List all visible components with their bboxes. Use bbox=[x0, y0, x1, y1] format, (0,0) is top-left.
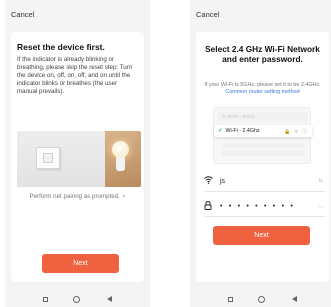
wifi-band-note-text: If your Wi-Fi is 5GHz, please set it to … bbox=[204, 82, 321, 88]
router-setting-link[interactable]: Common router setting method bbox=[225, 89, 299, 95]
system-nav-bar bbox=[5, 293, 150, 307]
divider bbox=[204, 191, 325, 192]
reset-instructions: If the indicator is already blinking or … bbox=[17, 56, 133, 95]
recent-apps-icon[interactable] bbox=[43, 297, 48, 302]
home-icon[interactable] bbox=[73, 296, 80, 303]
wall-image bbox=[17, 131, 105, 187]
switch-rocker bbox=[43, 153, 53, 163]
password-value: • • • • • • • • • bbox=[220, 202, 296, 210]
pairing-prompt-text: Perform net pairing as prompted. bbox=[29, 193, 120, 200]
page-title: Select 2.4 GHz Wi-Fi Network and enter p… bbox=[205, 44, 320, 64]
show-password-icon[interactable]: ◡ bbox=[318, 203, 323, 209]
next-button[interactable]: Next bbox=[213, 226, 310, 245]
password-field[interactable]: • • • • • • • • • ◡ bbox=[196, 196, 329, 216]
back-icon[interactable] bbox=[292, 296, 297, 302]
pairing-prompt-link[interactable]: Perform net pairing as prompted. > bbox=[5, 193, 150, 200]
cancel-button[interactable]: Cancel bbox=[196, 10, 219, 19]
top-bar: Cancel bbox=[190, 0, 331, 20]
placeholder-row bbox=[222, 151, 304, 156]
light-bulb-image bbox=[112, 141, 129, 158]
recent-apps-icon[interactable] bbox=[228, 297, 233, 302]
reset-device-screen: Cancel Reset the device first. If the in… bbox=[5, 0, 150, 307]
top-bar: Cancel bbox=[5, 0, 150, 20]
light-switch-image bbox=[36, 147, 60, 169]
home-icon[interactable] bbox=[258, 296, 265, 303]
switch-network-icon[interactable]: ⇆ bbox=[318, 178, 323, 184]
check-icon: ✓ bbox=[218, 128, 223, 134]
back-icon[interactable] bbox=[107, 296, 112, 302]
wifi-name-field[interactable]: js ⇆ bbox=[196, 171, 329, 191]
wifi-24ghz-row: ✓ Wi-Fi - 2.4Ghz 🔒 ᯤ ⓘ bbox=[214, 125, 312, 137]
reset-illustration bbox=[17, 131, 141, 187]
chevron-right-icon: > bbox=[121, 193, 126, 200]
cancel-button[interactable]: Cancel bbox=[11, 10, 34, 19]
page-title: Reset the device first. bbox=[17, 42, 105, 52]
next-button[interactable]: Next bbox=[42, 254, 119, 273]
divider bbox=[204, 216, 325, 217]
wifi-name-value: js bbox=[220, 177, 226, 185]
wifi-5ghz-row: ✕ Wi-Fi - 5Ghz bbox=[218, 112, 308, 122]
wifi-band-note: If your Wi-Fi is 5GHz, please set it to … bbox=[196, 82, 329, 96]
lock-icon bbox=[204, 200, 212, 212]
wifi-status-icons: 🔒 ᯤ ⓘ bbox=[284, 129, 308, 135]
placeholder-row bbox=[222, 143, 304, 148]
wifi-24ghz-label: Wi-Fi - 2.4Ghz bbox=[225, 128, 260, 134]
wifi-icon bbox=[204, 176, 213, 186]
system-nav-bar bbox=[190, 293, 331, 307]
wifi-setup-screen: Cancel Select 2.4 GHz Wi-Fi Network and … bbox=[190, 0, 331, 307]
bulb-base-image bbox=[116, 157, 125, 171]
wifi-list-illustration: ✕ Wi-Fi - 5Ghz ✓ Wi-Fi - 2.4Ghz 🔒 ᯤ ⓘ bbox=[213, 107, 312, 164]
